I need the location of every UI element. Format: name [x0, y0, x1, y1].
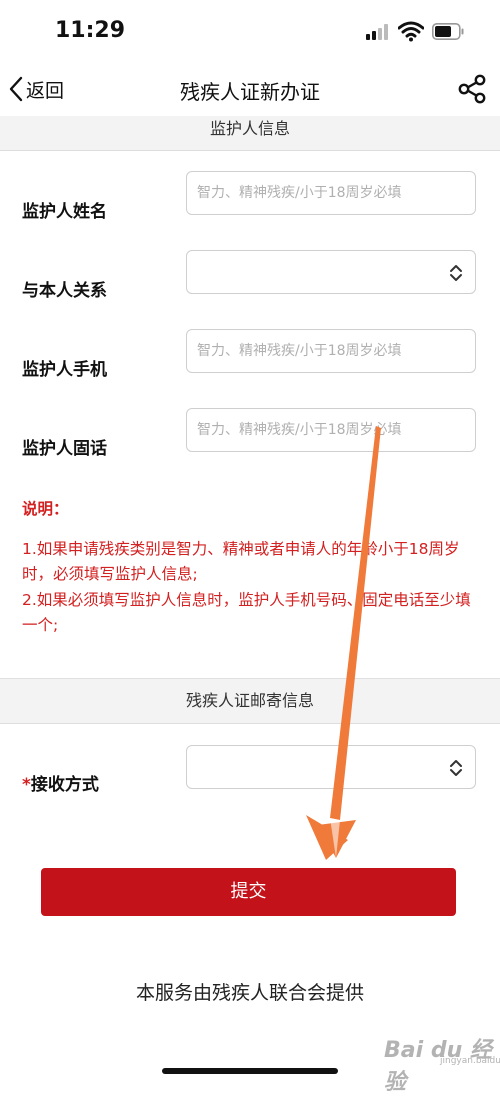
guardian-mobile-field[interactable]	[186, 329, 476, 373]
wifi-icon	[398, 21, 424, 42]
signal-icon	[366, 24, 392, 40]
guardian-name-label: 监护人姓名	[22, 202, 107, 222]
required-mark: *	[22, 775, 31, 795]
guardian-phone-label: 监护人固话	[22, 439, 107, 459]
relationship-select[interactable]	[186, 250, 476, 294]
guardian-mobile-label: 监护人手机	[22, 360, 107, 380]
chevron-updown-icon	[450, 265, 462, 281]
guardian-mobile-input[interactable]	[187, 330, 475, 372]
battery-icon	[432, 23, 464, 40]
chevron-updown-icon	[450, 760, 462, 776]
guardian-phone-field[interactable]	[186, 408, 476, 452]
section-header-mail: 残疾人证邮寄信息	[0, 678, 500, 724]
note-item-1: 1.如果申请残疾类别是智力、精神或者申请人的年龄小于18周岁时，必须填写监护人信…	[22, 540, 460, 583]
submit-button[interactable]: 提交	[41, 868, 456, 916]
note-item-2: 2.如果必须填写监护人信息时，监护人手机号码、固定电话至少填一个;	[22, 591, 471, 634]
notes-title: 说明：	[22, 500, 69, 518]
watermark-subtext: jingyan.baidu.com	[440, 1056, 500, 1066]
baidu-watermark-logo: Bai du 经验 jingyan.baidu.com	[384, 1030, 500, 1095]
footer-text: 本服务由残疾人联合会提供	[135, 982, 364, 1004]
page-title: 残疾人证新办证	[180, 80, 320, 104]
guardian-name-field[interactable]	[186, 171, 476, 215]
relationship-label: 与本人关系	[22, 281, 107, 301]
share-icon[interactable]	[456, 74, 488, 104]
receive-method-select[interactable]	[186, 745, 476, 789]
home-indicator	[162, 1068, 338, 1074]
status-time: 11:29	[55, 18, 126, 43]
annotation-arrow	[306, 426, 381, 860]
guardian-phone-input[interactable]	[187, 409, 475, 451]
guardian-name-input[interactable]	[187, 172, 475, 214]
receive-method-text: 接收方式	[30, 775, 99, 795]
receive-method-label: *接收方式	[22, 770, 99, 795]
section-header-guardian: 监护人信息	[0, 116, 500, 151]
